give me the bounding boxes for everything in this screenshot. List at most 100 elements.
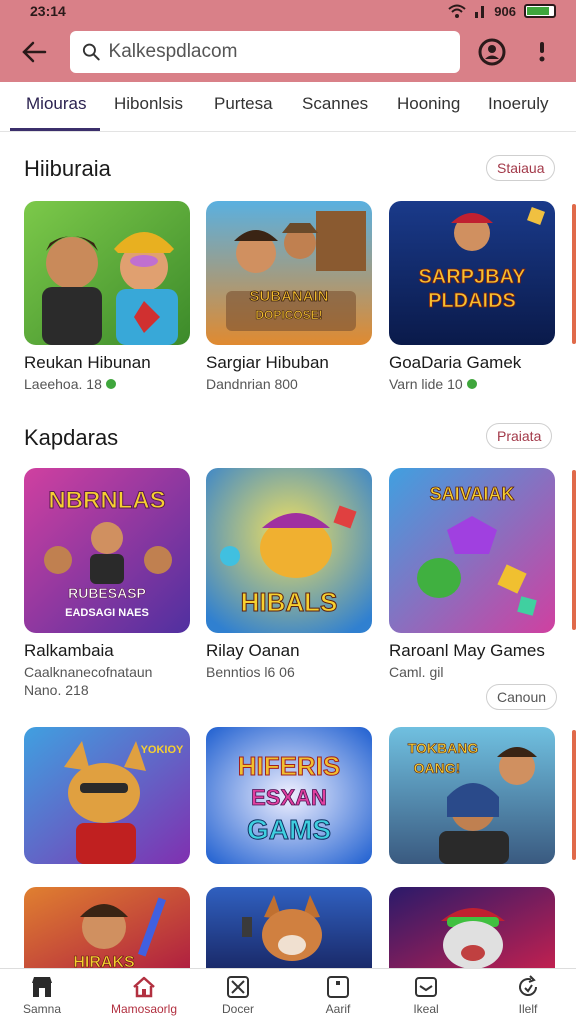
game-card[interactable]: [389, 887, 555, 968]
nav-label: Aarif: [325, 1002, 351, 1016]
thumb-title: SUBANAIN: [249, 288, 328, 305]
more-options-button[interactable]: [524, 34, 560, 70]
more-button[interactable]: Canoun: [486, 684, 558, 710]
game-title: Raroanl May Games: [389, 641, 545, 660]
thumb-title: SARPJBAY: [418, 266, 526, 288]
see-all-button[interactable]: Praiata: [486, 423, 553, 449]
game-card[interactable]: HIRAKS: [24, 887, 190, 968]
game-card[interactable]: SAIVAIAK Raroanl May Games Caml. gil: [389, 468, 555, 680]
game-thumbnail: SARPJBAY PLDAIDS: [389, 201, 555, 345]
status-dot-icon: [105, 379, 116, 389]
nav-label: Ikeal: [413, 1002, 439, 1016]
game-meta-text: Varn lide 10: [389, 376, 463, 392]
battery-percent: 906: [494, 3, 516, 19]
tab-miouras[interactable]: Miouras: [26, 94, 86, 114]
game-thumbnail: HIBALS: [206, 468, 372, 633]
game-meta: Laeehoa. 18: [24, 376, 190, 392]
arrow-left-icon: [22, 41, 47, 63]
tab-purtesa[interactable]: Purtesa: [214, 94, 273, 114]
account-button[interactable]: [474, 34, 510, 70]
game-thumbnail: TOKBANG OANG!: [389, 727, 555, 864]
nav-item-ikeal[interactable]: Ikeal: [386, 975, 466, 1016]
game-thumbnail: HIRAKS: [24, 887, 190, 968]
nav-label: Ilelf: [518, 1002, 538, 1016]
more-vertical-icon: [539, 42, 545, 62]
game-thumbnail: YOKIOY: [24, 727, 190, 864]
store-icon: [32, 977, 52, 997]
game-card[interactable]: TOKBANG OANG!: [389, 727, 555, 864]
game-card[interactable]: HIFERIS ESXAN GAMS: [206, 727, 372, 864]
status-dot-icon: [466, 379, 477, 389]
section-title: Kapdaras: [24, 425, 119, 450]
signal-icon: [475, 6, 485, 18]
active-tab-indicator: [10, 128, 100, 131]
nav-label: Samna: [22, 1002, 62, 1016]
refresh-icon: [519, 975, 537, 996]
game-thumbnail: NBRNLAS RUBESASP EADSAGI NAES: [24, 468, 190, 633]
thumb-title: TOKBANG: [408, 740, 479, 756]
search-box[interactable]: [70, 31, 460, 73]
cross-box-icon: [227, 976, 249, 998]
nav-item-docer[interactable]: Docer: [198, 975, 278, 1016]
category-tabs: Miouras Hibonlsis Purtesa Scannes Hoonin…: [0, 82, 576, 132]
game-title: Sargiar Hibuban: [206, 353, 329, 372]
nav-item-mamosaorlg[interactable]: Mamosaorlg: [104, 975, 184, 1016]
next-card-edge: [572, 204, 576, 344]
game-thumbnail: [206, 887, 372, 968]
game-meta: Caml. gil: [389, 664, 444, 680]
game-title: Ralkambaia: [24, 641, 114, 660]
game-card[interactable]: YOKIOY: [24, 727, 190, 864]
section-title: Hiiburaia: [24, 156, 111, 181]
game-card[interactable]: SUBANAIN DOPICOSE! Sargiar Hibuban Dandn…: [206, 201, 372, 392]
next-card-edge: [572, 730, 576, 860]
thumb-subtitle: ESXAN: [251, 785, 327, 810]
game-card[interactable]: [206, 887, 372, 968]
status-bar: 23:14 906: [0, 0, 576, 22]
game-thumbnail: SUBANAIN DOPICOSE!: [206, 201, 372, 345]
game-thumbnail: [24, 201, 190, 345]
status-time: 23:14: [30, 3, 66, 19]
back-button[interactable]: [16, 34, 52, 70]
thumb-subtitle: OANG!: [414, 760, 461, 776]
nav-label: Mamosaorlg: [110, 1002, 178, 1016]
battery-icon: [524, 4, 556, 18]
game-card[interactable]: NBRNLAS RUBESASP EADSAGI NAES Ralkambaia…: [24, 468, 190, 698]
nav-item-aarif[interactable]: Aarif: [298, 975, 378, 1016]
game-title: Reukan Hibunan: [24, 353, 151, 372]
nav-label: Docer: [221, 1002, 254, 1016]
thumb-title: YOKIOY: [141, 744, 184, 756]
square-icon: [327, 976, 349, 998]
tab-scannes[interactable]: Scannes: [302, 94, 368, 114]
tab-hooning[interactable]: Hooning: [397, 94, 460, 114]
thumb-title: HIFERIS: [238, 751, 341, 781]
nav-item-samna[interactable]: Samna: [2, 975, 82, 1016]
search-icon: [82, 43, 100, 61]
app-bar: [0, 22, 576, 82]
tab-hibonlsis[interactable]: Hibonlsis: [114, 94, 183, 114]
wifi-icon: [448, 4, 466, 18]
see-all-button[interactable]: Staiaua: [486, 155, 556, 181]
game-card[interactable]: Reukan Hibunan Laeehoa. 18: [24, 201, 190, 392]
nav-item-ilelf[interactable]: Ilelf: [488, 975, 568, 1016]
account-icon: [478, 38, 506, 66]
tab-inoeruly[interactable]: Inoeruly: [488, 94, 548, 114]
mail-icon: [415, 977, 437, 997]
status-icons: 906: [448, 4, 556, 19]
thumb-title: HIBALS: [241, 587, 338, 617]
game-meta: Benntios l6 06: [206, 664, 295, 680]
game-thumbnail: SAIVAIAK: [389, 468, 555, 633]
game-card[interactable]: HIBALS Rilay Oanan Benntios l6 06: [206, 468, 372, 680]
thumb-title: NBRNLAS: [48, 487, 165, 514]
thumb-subtitle: PLDAIDS: [428, 290, 516, 312]
game-card[interactable]: SARPJBAY PLDAIDS GoaDaria Gamek Varn lid…: [389, 201, 555, 392]
bottom-navigation: Samna Mamosaorlg Docer Aarif Ikeal Ilelf: [0, 968, 576, 1024]
thumb-subtitle: DOPICOSE!: [255, 308, 322, 322]
thumb-subtitle: RUBESASP: [68, 585, 146, 601]
game-thumbnail: HIFERIS ESXAN GAMS: [206, 727, 372, 864]
search-input[interactable]: [108, 41, 448, 63]
game-title: Rilay Oanan: [206, 641, 300, 660]
thumb-title: SAIVAIAK: [430, 484, 515, 504]
game-title: GoaDaria Gamek: [389, 353, 522, 372]
game-thumbnail: [389, 887, 555, 968]
thumb-caption: EADSAGI NAES: [65, 607, 149, 619]
